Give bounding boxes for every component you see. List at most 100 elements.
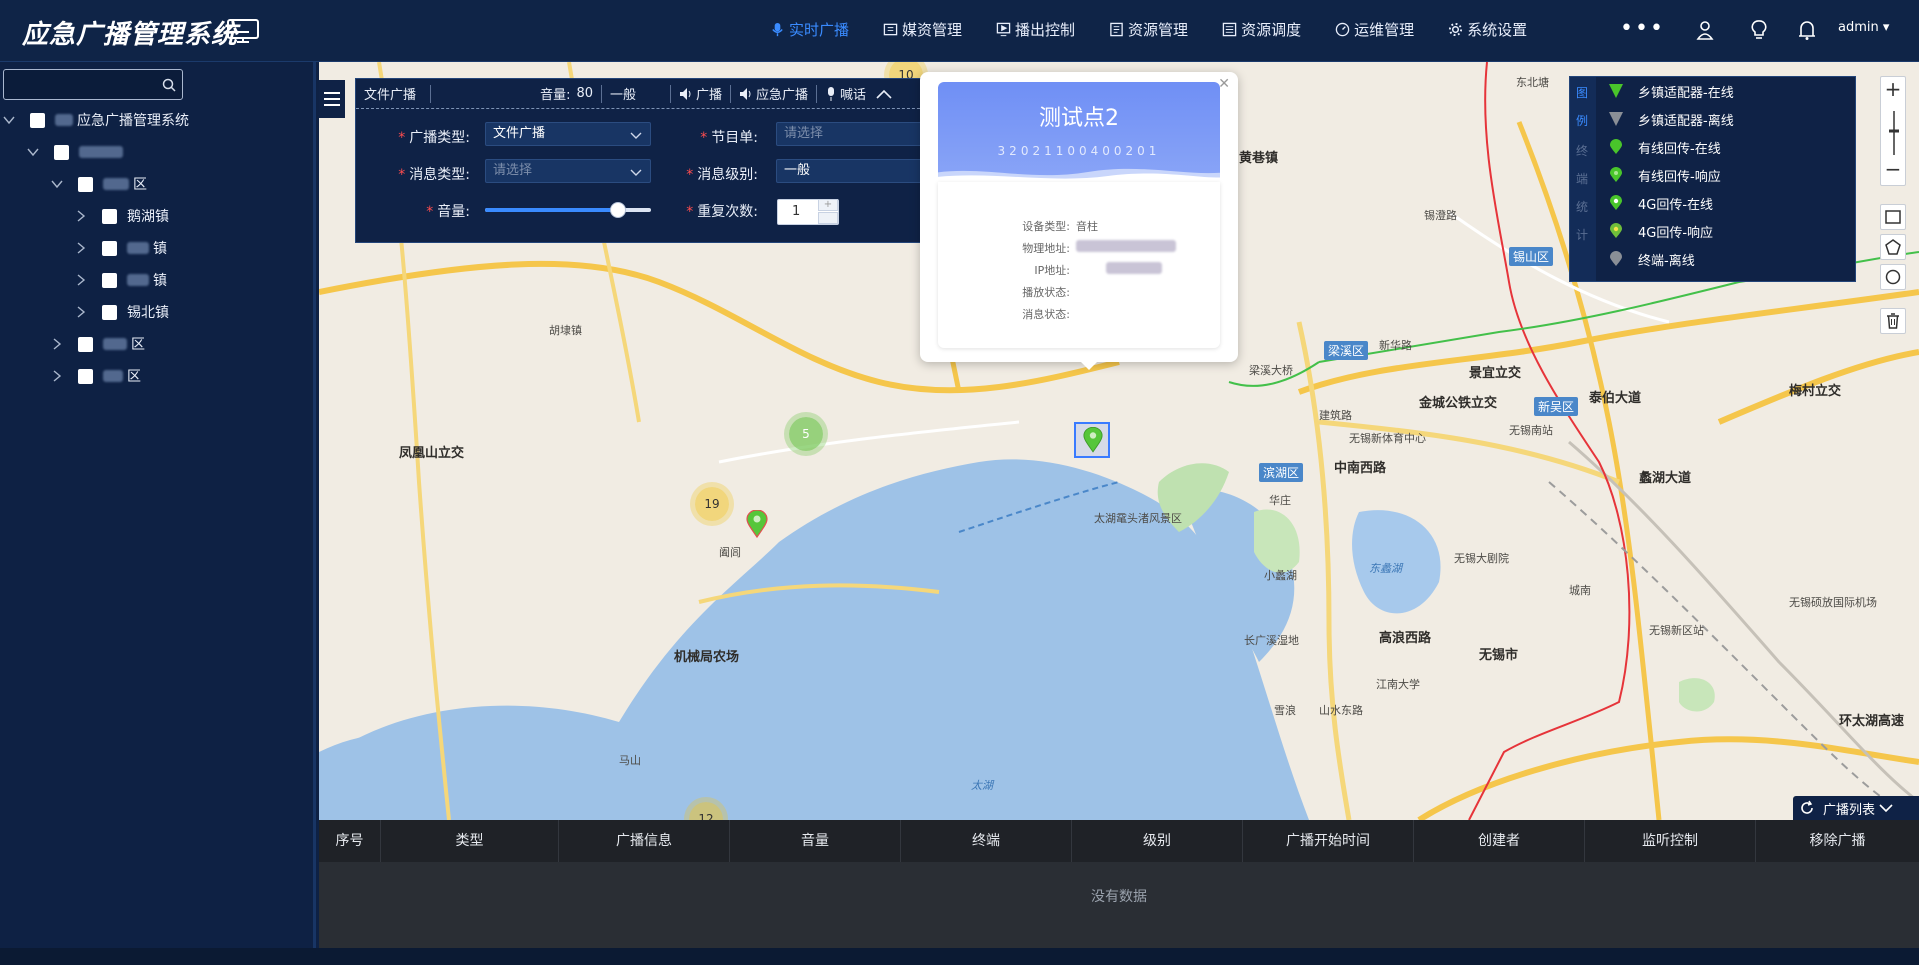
legend-tab-char[interactable]: 例: [1576, 112, 1588, 129]
tree-checkbox[interactable]: [102, 272, 117, 288]
broadcast-button[interactable]: 广播: [671, 79, 730, 109]
nav-operations[interactable]: 运维管理: [1335, 19, 1414, 40]
user-menu[interactable]: admin ▾: [1838, 20, 1889, 35]
marker-cluster[interactable]: 19: [695, 487, 729, 521]
map-place-label: 新华路: [1379, 339, 1412, 352]
legend-tab-char[interactable]: 端: [1576, 170, 1588, 187]
legend-tab-char[interactable]: 计: [1576, 226, 1588, 243]
district-tag[interactable]: 滨湖区: [1259, 463, 1304, 482]
broadcast-type-select[interactable]: 文件广播: [485, 122, 651, 146]
column-header[interactable]: 监听控制: [1585, 820, 1756, 862]
column-header[interactable]: 级别: [1072, 820, 1243, 862]
search-icon[interactable]: [162, 78, 176, 92]
refresh-icon[interactable]: [1799, 800, 1815, 816]
chevron-right-icon[interactable]: [50, 369, 64, 383]
clear-drawing-button[interactable]: [1880, 308, 1906, 334]
nav-resource-scheduling[interactable]: 资源调度: [1222, 19, 1301, 40]
zoom-in-button[interactable]: +: [1881, 77, 1905, 101]
chevron-right-icon[interactable]: [74, 241, 88, 255]
emergency-broadcast-button[interactable]: 应急广播: [731, 79, 816, 109]
column-header[interactable]: 移除广播: [1756, 820, 1919, 862]
chevron-down-icon[interactable]: [26, 145, 40, 159]
screen-cast-icon[interactable]: [226, 18, 260, 44]
tree-node-district[interactable]: 区: [50, 172, 147, 196]
broadcast-list-toggle[interactable]: 广播列表: [1793, 796, 1919, 820]
program-list-select[interactable]: 请选择: [776, 122, 942, 146]
lightbulb-icon[interactable]: [1749, 19, 1769, 41]
tree-node-district[interactable]: 区: [50, 332, 145, 356]
column-header[interactable]: 创建者: [1414, 820, 1585, 862]
repeat-increment-button[interactable]: +: [818, 199, 838, 211]
map-pin-icon[interactable]: [1083, 427, 1103, 453]
map-place-label: 景宜立交: [1469, 366, 1522, 381]
map-place-label: 梁溪大桥: [1249, 364, 1293, 377]
tree-node-root[interactable]: 应急广播管理系统: [2, 108, 189, 132]
tree-checkbox[interactable]: [78, 368, 93, 384]
chevron-right-icon[interactable]: [50, 337, 64, 351]
repeat-decrement-button[interactable]: [818, 212, 838, 224]
legend-item: 4G回传-响应: [1608, 221, 1713, 241]
tree-node-district[interactable]: 区: [50, 364, 141, 388]
shout-button[interactable]: 喊话: [817, 79, 900, 109]
nav-realtime-broadcast[interactable]: 实时广播: [770, 19, 849, 40]
legend-tab-char[interactable]: 统: [1576, 198, 1588, 215]
tree-checkbox[interactable]: [78, 336, 93, 352]
marker-cluster[interactable]: 5: [789, 417, 823, 451]
draw-polygon-button[interactable]: [1880, 234, 1906, 260]
district-tag[interactable]: 锡山区: [1509, 247, 1554, 266]
tree-checkbox[interactable]: [54, 144, 69, 160]
column-header[interactable]: 类型: [381, 820, 559, 862]
column-header[interactable]: 广播信息: [559, 820, 730, 862]
tree-search-input[interactable]: [3, 69, 183, 100]
nav-playout-control[interactable]: 播出控制: [996, 19, 1075, 40]
tree-checkbox[interactable]: [102, 208, 117, 224]
volume-slider[interactable]: [485, 202, 651, 218]
selected-marker-frame[interactable]: [1074, 422, 1110, 458]
column-header[interactable]: 序号: [319, 820, 381, 862]
district-tag[interactable]: 新吴区: [1534, 397, 1579, 416]
zoom-slider[interactable]: [1887, 111, 1901, 155]
tree-checkbox[interactable]: [78, 176, 93, 192]
tree-node-town[interactable]: 镇: [74, 268, 167, 292]
column-header[interactable]: 终端: [901, 820, 1072, 862]
tree-node-town[interactable]: 锡北镇: [74, 300, 169, 324]
legend-tab-char[interactable]: 图: [1576, 84, 1588, 101]
chevron-right-icon[interactable]: [74, 209, 88, 223]
more-menu-button[interactable]: •••: [1620, 16, 1665, 41]
column-header[interactable]: 音量: [730, 820, 901, 862]
tree-checkbox[interactable]: [102, 240, 117, 256]
chevron-right-icon[interactable]: [74, 273, 88, 287]
message-type-select[interactable]: 请选择: [485, 159, 651, 183]
district-tag[interactable]: 梁溪区: [1324, 341, 1369, 360]
tree-toggle-button[interactable]: [319, 80, 345, 118]
chevron-down-icon[interactable]: [50, 177, 64, 191]
top-header: 应急广播管理系统 实时广播 媒资管理 播出控制 资源管理 资源调度 运维管理 系…: [0, 0, 1919, 62]
legend-tab-strip[interactable]: 图 例 终 端 统 计: [1570, 77, 1596, 281]
nav-system-settings[interactable]: 系统设置: [1448, 19, 1527, 40]
chevron-right-icon[interactable]: [74, 305, 88, 319]
map-place-label: 高浪西路: [1379, 631, 1432, 646]
message-level-select[interactable]: 一般: [776, 159, 942, 183]
zoom-out-button[interactable]: −: [1881, 157, 1905, 181]
user-icon[interactable]: [1695, 19, 1715, 41]
legend-tab-char[interactable]: 终: [1576, 142, 1588, 159]
tree-node-town[interactable]: 镇: [74, 236, 167, 260]
nav-resource-management[interactable]: 资源管理: [1109, 19, 1188, 40]
draw-circle-button[interactable]: [1880, 264, 1906, 290]
bell-icon[interactable]: [1797, 19, 1817, 41]
redacted-text: [103, 370, 123, 382]
chevron-down-icon[interactable]: [2, 113, 16, 127]
tree-checkbox[interactable]: [102, 304, 117, 320]
tree-node-town[interactable]: 鹅湖镇: [74, 204, 169, 228]
map-pin-icon[interactable]: [746, 510, 768, 538]
tree-node-city[interactable]: [26, 140, 127, 164]
close-icon[interactable]: ✕: [1218, 76, 1230, 92]
nav-media-management[interactable]: 媒资管理: [883, 19, 962, 40]
chevron-down-icon[interactable]: [1879, 803, 1893, 813]
tree-checkbox[interactable]: [30, 112, 45, 128]
nav-label: 系统设置: [1467, 20, 1528, 39]
chevron-up-icon[interactable]: [876, 88, 892, 100]
volume-slider-handle[interactable]: [609, 202, 626, 218]
column-header[interactable]: 广播开始时间: [1243, 820, 1414, 862]
draw-rectangle-button[interactable]: [1880, 204, 1906, 230]
